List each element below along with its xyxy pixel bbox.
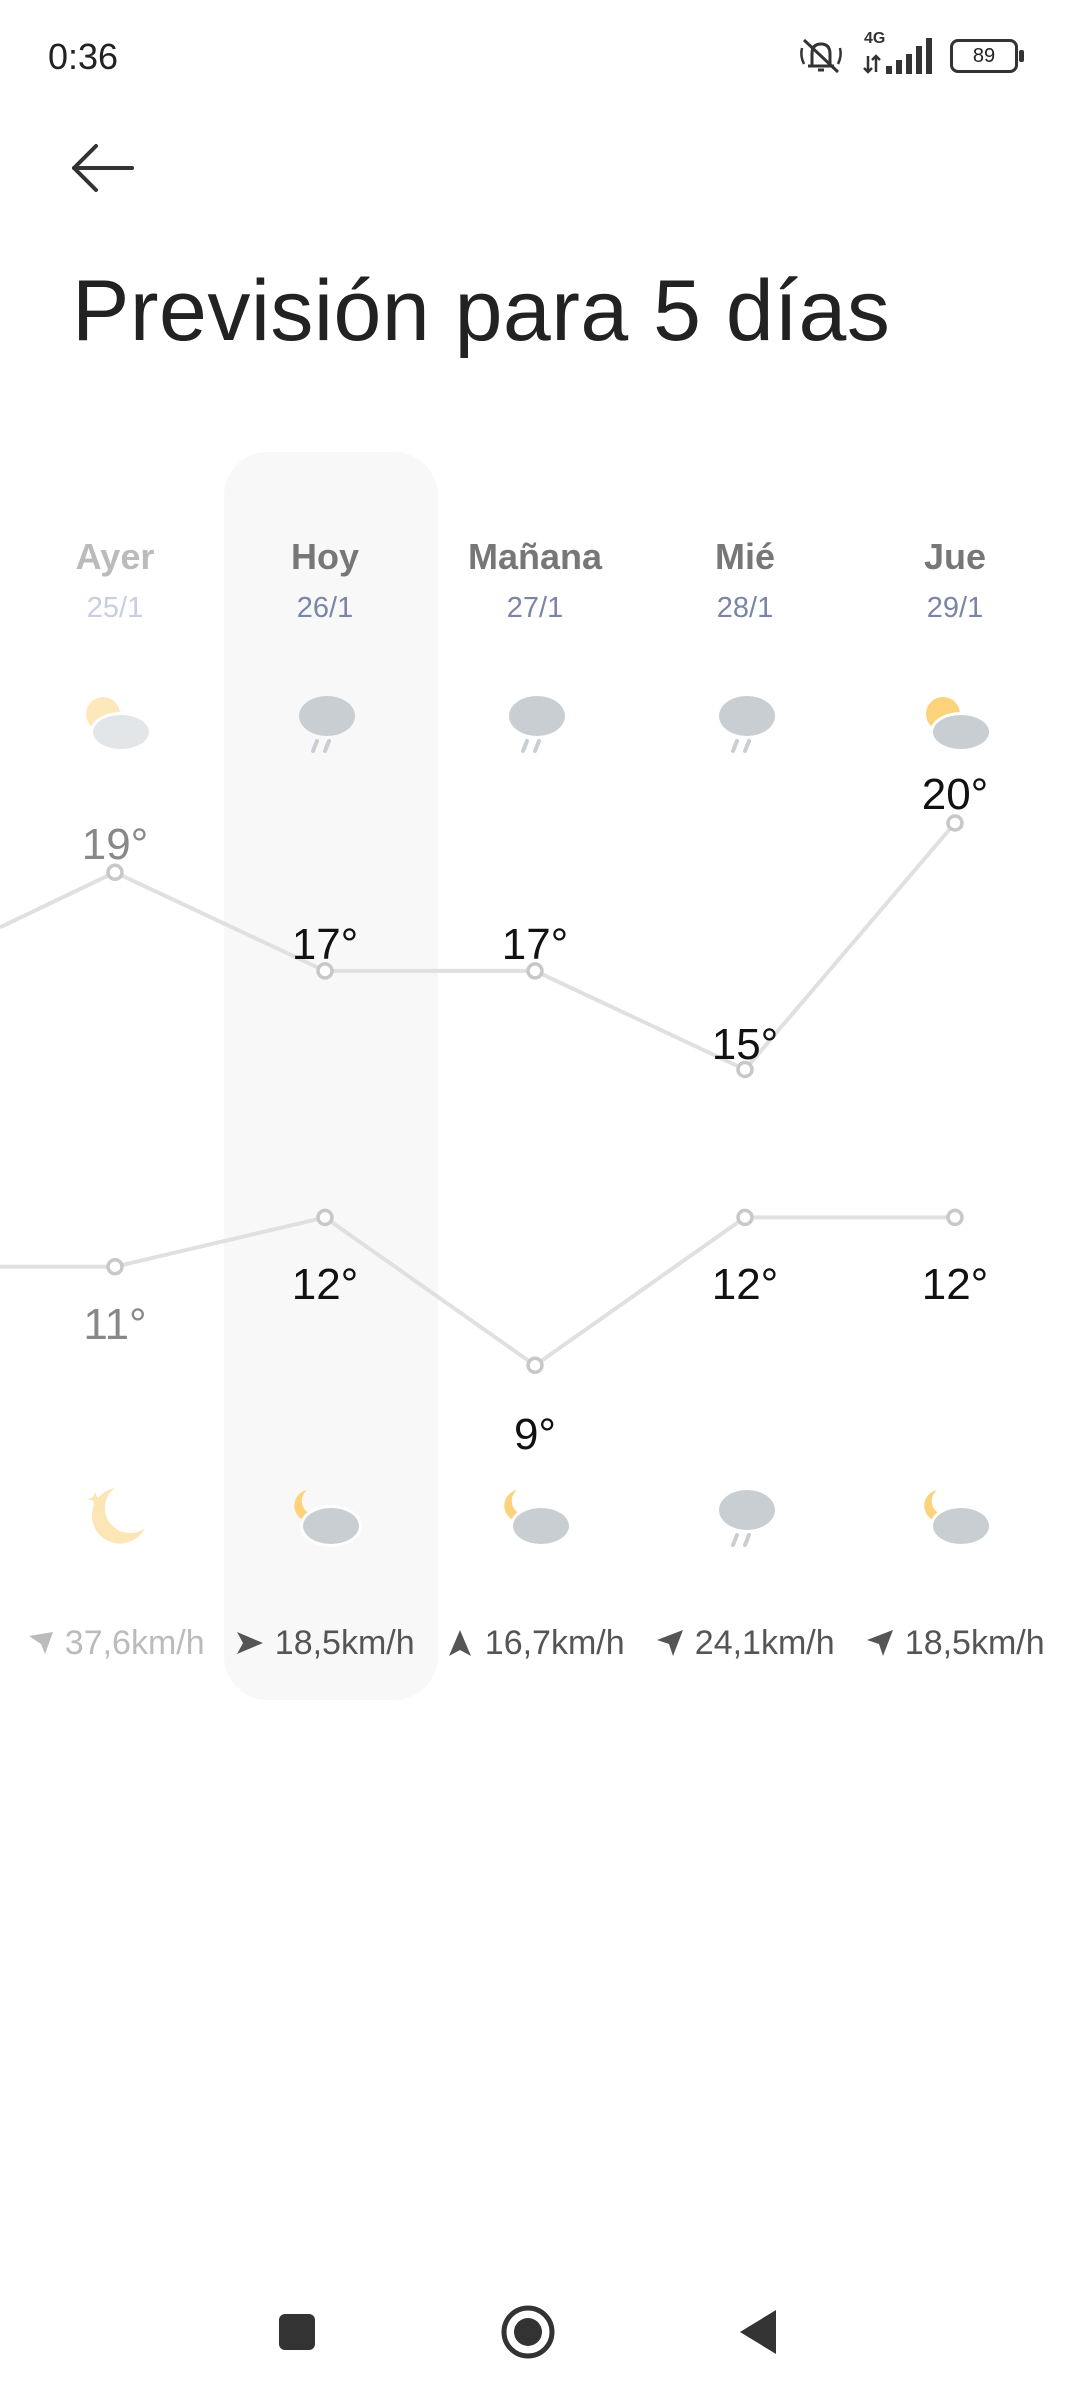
cloudy-night-icon [924, 1490, 992, 1547]
wind-tomorrow: 16,7km/h [428, 1624, 642, 1663]
recents-square-icon[interactable] [277, 2312, 317, 2352]
low-temp-label: 12° [921, 1260, 989, 1309]
wind-speed: 37,6km/h [64, 1624, 205, 1662]
low-temp-point [946, 1208, 964, 1227]
low-temp-point [316, 1208, 334, 1227]
wind-speed: 18,5km/h [274, 1624, 415, 1662]
wind-today: 18,5km/h [218, 1624, 432, 1663]
high-temp-label: 15° [711, 1020, 779, 1069]
back-triangle-icon[interactable] [736, 2308, 780, 2356]
wind-direction-icon [657, 1630, 684, 1656]
wind-speed: 18,5km/h [904, 1624, 1045, 1662]
low-temp-point [526, 1356, 544, 1375]
wind-thu: 18,5km/h [848, 1624, 1062, 1663]
wind-direction-icon [29, 1632, 54, 1654]
cloudy-night-icon [504, 1490, 572, 1547]
rain-icon [719, 1490, 775, 1547]
low-temp-label: 9° [513, 1410, 557, 1459]
wind-direction-icon [449, 1630, 472, 1656]
wind-yesterday: 37,6km/h [8, 1624, 222, 1663]
low-temp-label: 12° [711, 1260, 779, 1309]
wind-direction-icon [867, 1630, 894, 1656]
low-temp-point [106, 1257, 124, 1276]
low-temp-point [736, 1208, 754, 1227]
high-temp-line-lead [0, 870, 116, 930]
high-temp-label: 19° [81, 820, 149, 869]
high-temp-label: 20° [921, 770, 989, 819]
wind-direction-icon [237, 1632, 264, 1654]
home-circle-icon[interactable] [500, 2304, 556, 2360]
wind-wed: 24,1km/h [638, 1624, 852, 1663]
low-temp-label: 12° [291, 1260, 359, 1309]
cloudy-night-icon [294, 1490, 362, 1547]
low-temp-line [114, 1215, 955, 1368]
high-temp-label: 17° [501, 920, 569, 969]
moon-icon [88, 1488, 145, 1544]
low-temp-label: 11° [83, 1300, 147, 1349]
system-nav-bar [0, 2290, 1080, 2400]
high-temp-label: 17° [291, 920, 359, 969]
wind-speed: 16,7km/h [484, 1624, 625, 1662]
wind-speed: 24,1km/h [694, 1624, 835, 1662]
